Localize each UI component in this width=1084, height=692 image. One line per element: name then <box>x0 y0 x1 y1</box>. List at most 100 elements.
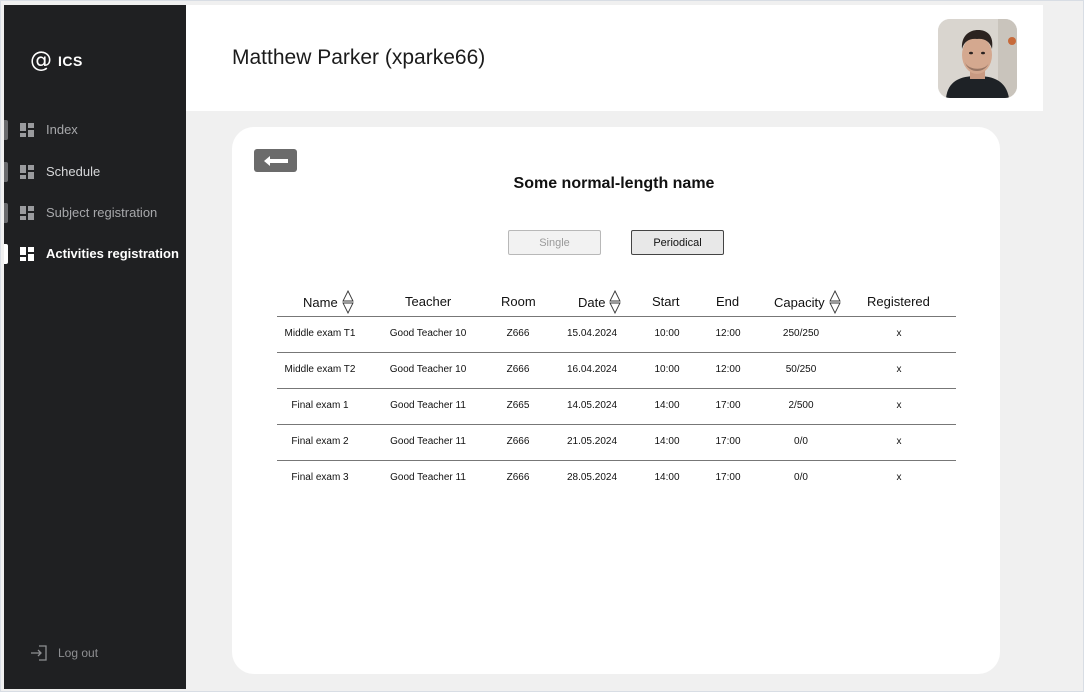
cell-end: 12:00 <box>715 328 741 339</box>
header: Matthew Parker (xparke66) <box>186 5 1043 111</box>
cell-capacity: 0/0 <box>794 472 808 483</box>
cell-teacher: Good Teacher 10 <box>389 328 467 339</box>
sidebar-item-schedule[interactable]: Schedule <box>4 160 186 184</box>
logo[interactable]: @ ICS <box>30 50 83 72</box>
cell-room: Z666 <box>506 328 530 339</box>
table-row[interactable]: Final exam 2 Good Teacher 11 Z666 21.05.… <box>277 425 956 461</box>
column-header-capacity[interactable]: Capacity <box>774 290 841 314</box>
cell-start: 14:00 <box>654 436 680 447</box>
dashboard-grid-icon <box>20 123 34 137</box>
cell-registered[interactable]: x <box>897 328 902 339</box>
cell-start: 10:00 <box>654 364 680 375</box>
header-label: Name <box>303 294 338 310</box>
log-out-icon <box>31 645 47 661</box>
header-label: Room <box>501 294 536 309</box>
column-header-date[interactable]: Date <box>578 290 622 314</box>
cell-teacher: Good Teacher 11 <box>390 436 466 447</box>
sidebar-item-index[interactable]: Index <box>4 118 186 142</box>
sidebar-item-label: Index <box>46 122 78 137</box>
at-sign-icon: @ <box>30 48 52 73</box>
logout-label: Log out <box>58 646 99 660</box>
cell-end: 17:00 <box>715 436 741 447</box>
header-label: Start <box>652 294 680 309</box>
table-body: Middle exam T1 Good Teacher 10 Z666 15.0… <box>277 317 956 497</box>
sort-up-down-icon[interactable] <box>828 290 841 314</box>
nav-marker <box>4 203 8 223</box>
cell-registered[interactable]: x <box>897 364 902 375</box>
cell-end: 17:00 <box>715 400 741 411</box>
sidebar-item-subject-registration[interactable]: Subject registration <box>4 201 186 225</box>
cell-capacity: 0/0 <box>794 436 808 447</box>
column-header-registered: Registered <box>867 294 930 309</box>
cell-registered[interactable]: x <box>897 436 902 447</box>
arrow-left-icon <box>263 155 288 166</box>
sidebar-item-label: Subject registration <box>46 205 158 220</box>
cell-room: Z665 <box>506 400 530 411</box>
cell-capacity: 50/250 <box>785 364 817 375</box>
cell-room: Z666 <box>506 364 530 375</box>
cell-start: 14:00 <box>654 400 680 411</box>
cell-teacher: Good Teacher 11 <box>390 472 466 483</box>
cell-name: Final exam 3 <box>291 472 349 483</box>
sidebar-item-label: Activities registration <box>46 246 179 261</box>
cell-date: 28.05.2024 <box>566 472 618 483</box>
cell-date: 21.05.2024 <box>566 436 618 447</box>
sidebar-item-activities-registration[interactable]: Activities registration <box>4 242 186 266</box>
table-header: Name Teacher Room Date Start End Capacit… <box>277 287 956 317</box>
cell-name: Middle exam T1 <box>284 328 356 339</box>
cell-room: Z666 <box>506 472 530 483</box>
table-row[interactable]: Final exam 1 Good Teacher 11 Z665 14.05.… <box>277 389 956 425</box>
header-label: End <box>716 294 740 309</box>
column-header-teacher: Teacher <box>405 294 451 309</box>
toggle-periodical[interactable]: Periodical <box>631 230 724 255</box>
cell-start: 14:00 <box>654 472 680 483</box>
logout-button[interactable]: Log out <box>30 645 98 661</box>
avatar[interactable] <box>938 19 1017 98</box>
table-row[interactable]: Middle exam T1 Good Teacher 10 Z666 15.0… <box>277 317 956 353</box>
table-row[interactable]: Final exam 3 Good Teacher 11 Z666 28.05.… <box>277 461 956 497</box>
cell-end: 17:00 <box>715 472 741 483</box>
cell-registered[interactable]: x <box>897 472 902 483</box>
column-header-name[interactable]: Name <box>303 290 354 314</box>
cell-start: 10:00 <box>654 328 680 339</box>
cell-capacity: 250/250 <box>782 328 820 339</box>
cell-teacher: Good Teacher 10 <box>389 364 467 375</box>
avatar-image <box>938 19 1017 98</box>
cell-capacity: 2/500 <box>788 400 814 411</box>
logo-text: ICS <box>58 53 83 69</box>
cell-date: 16.04.2024 <box>566 364 618 375</box>
column-header-room: Room <box>501 294 536 309</box>
sidebar-item-label: Schedule <box>46 164 101 179</box>
sort-up-down-icon[interactable] <box>341 290 354 314</box>
nav-marker <box>4 120 8 140</box>
cell-teacher: Good Teacher 11 <box>390 400 466 411</box>
cell-name: Final exam 1 <box>291 400 349 411</box>
cell-name: Final exam 2 <box>291 436 349 447</box>
column-header-end: End <box>716 294 739 309</box>
table-row[interactable]: Middle exam T2 Good Teacher 10 Z666 16.0… <box>277 353 956 389</box>
dashboard-grid-icon <box>20 206 34 220</box>
header-label: Date <box>578 294 606 310</box>
cell-date: 14.05.2024 <box>566 400 618 411</box>
cell-registered[interactable]: x <box>897 400 902 411</box>
dashboard-grid-icon <box>20 247 34 261</box>
dashboard-grid-icon <box>20 165 34 179</box>
cell-date: 15.04.2024 <box>566 328 618 339</box>
header-label: Teacher <box>405 294 452 309</box>
sort-up-down-icon[interactable] <box>609 290 622 314</box>
cell-end: 12:00 <box>715 364 741 375</box>
app-window: @ ICS Index Schedule Subject registratio… <box>0 0 1084 692</box>
nav-marker <box>4 162 8 182</box>
activities-table: Name Teacher Room Date Start End Capacit… <box>277 287 956 497</box>
header-label: Capacity <box>774 294 825 310</box>
back-button[interactable] <box>254 149 297 172</box>
nav-marker <box>4 244 8 264</box>
activity-title: Some normal-length name <box>513 175 715 192</box>
user-name: Matthew Parker (xparke66) <box>232 46 486 69</box>
activity-card: Some normal-length name Single Periodica… <box>232 127 1000 674</box>
cell-room: Z666 <box>506 436 530 447</box>
sidebar: @ ICS Index Schedule Subject registratio… <box>4 5 186 689</box>
cell-name: Middle exam T2 <box>284 364 356 375</box>
header-label: Registered <box>867 294 930 309</box>
toggle-single[interactable]: Single <box>508 230 601 255</box>
